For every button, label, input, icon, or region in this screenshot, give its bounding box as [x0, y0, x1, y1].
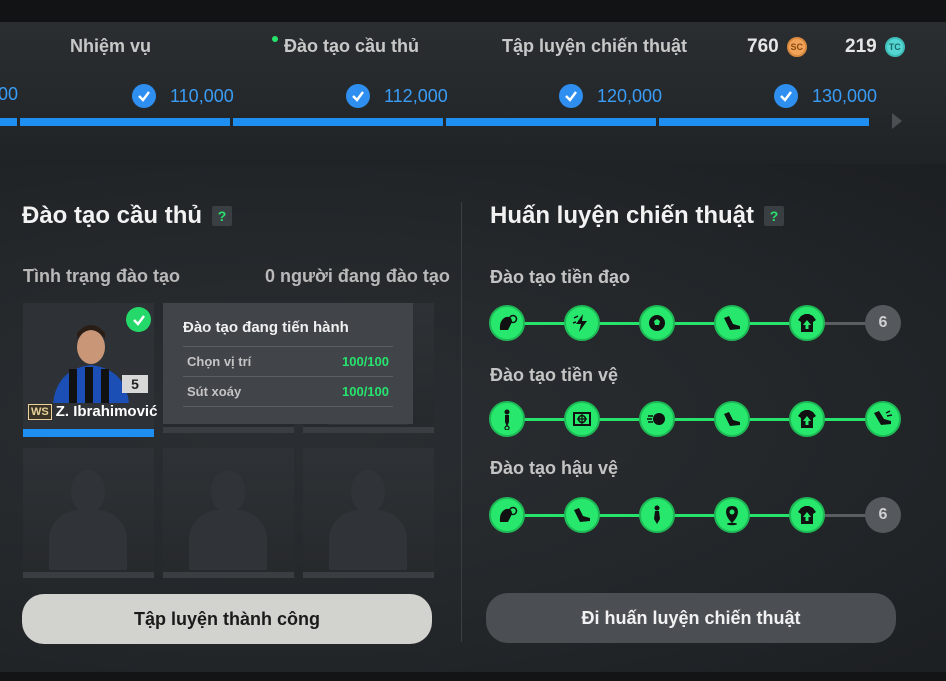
slot-bar	[303, 572, 434, 578]
jersey-up-icon[interactable]	[789, 497, 825, 533]
tab-tactical-training[interactable]: Tập luyện chiến thuật	[502, 36, 687, 57]
track-label-midfield: Đào tạo tiền vệ	[490, 365, 619, 385]
check-icon	[132, 84, 156, 108]
player-training-title: Đào tạo cầu thủ ?	[22, 202, 233, 230]
currency-sc: 760 SC	[747, 36, 807, 58]
popup-row: Chọn vị trí 100/100	[183, 346, 393, 376]
milestone-item[interactable]: 120,000	[559, 84, 662, 108]
check-icon	[559, 84, 583, 108]
training-track-midfield	[489, 401, 901, 437]
milestone-item[interactable]: 110,000	[132, 84, 234, 108]
top-strip	[0, 0, 946, 22]
locked-count[interactable]: 6	[865, 497, 901, 533]
silhouette-body	[49, 510, 127, 570]
training-success-button[interactable]: Tập luyện thành công	[22, 594, 432, 644]
goal-target-icon[interactable]	[564, 401, 600, 437]
scroll-right-arrow-icon[interactable]	[892, 113, 902, 129]
progress-segment	[233, 118, 443, 126]
progress-segment	[20, 118, 230, 126]
locked-count[interactable]: 6	[865, 305, 901, 341]
progress-segment	[446, 118, 656, 126]
milestone-item[interactable]: 112,000	[346, 84, 448, 108]
season-badge: WS	[28, 403, 52, 420]
head-ball-icon[interactable]	[489, 305, 525, 341]
slot-bar	[163, 427, 294, 433]
progress-segment	[659, 118, 869, 126]
jersey-up-icon[interactable]	[789, 305, 825, 341]
player-training-heading: Đào tạo cầu thủ	[22, 202, 203, 229]
popup-row-label: Sút xoáy	[187, 384, 242, 399]
player-silhouette-icon	[211, 470, 245, 512]
help-icon[interactable]: ?	[212, 206, 233, 226]
fast-ball-icon[interactable]	[639, 401, 675, 437]
slot-bar	[303, 427, 434, 433]
currency-sc-value: 760	[747, 36, 779, 57]
player-tie-icon[interactable]	[639, 497, 675, 533]
go-tactical-training-button[interactable]: Đi huấn luyện chiến thuật	[486, 593, 896, 643]
boot-icon[interactable]	[714, 401, 750, 437]
currency-tc: 219 TC	[845, 36, 905, 58]
player-progress-bar	[23, 429, 154, 437]
training-progress-popup: Đào tạo đang tiến hành Chọn vị trí 100/1…	[163, 303, 413, 424]
popup-row-value: 100/100	[342, 384, 389, 399]
training-slot[interactable]	[23, 448, 154, 578]
popup-row-label: Chọn vị trí	[187, 354, 252, 369]
column-divider	[461, 202, 462, 642]
milestone-item[interactable]: 130,000	[774, 84, 877, 108]
milestone-value: 110,000	[170, 85, 234, 106]
location-pin-icon[interactable]	[714, 497, 750, 533]
popup-row: Sút xoáy 100/100	[183, 376, 393, 407]
player-name: Z. Ibrahimović	[55, 403, 158, 420]
player-silhouette-icon	[351, 470, 385, 512]
milestone-item: 00	[0, 84, 18, 105]
training-status-value: 0 người đang đào tạo	[265, 266, 450, 286]
training-track-defense: 6	[489, 497, 901, 533]
training-slot[interactable]	[303, 448, 434, 578]
progress-segment	[0, 118, 17, 126]
track-label-forward: Đào tạo tiền đạo	[490, 267, 631, 287]
ball-icon[interactable]	[639, 305, 675, 341]
lightning-icon[interactable]	[564, 305, 600, 341]
slot-bar	[163, 572, 294, 578]
boot-kick-icon[interactable]	[865, 401, 901, 437]
milestone-value: 112,000	[384, 85, 448, 106]
boot-icon[interactable]	[714, 305, 750, 341]
popup-row-value: 100/100	[342, 354, 389, 369]
tactical-training-heading: Huấn luyện chiến thuật	[490, 202, 755, 229]
tc-coin-icon: TC	[884, 37, 905, 57]
tab-missions[interactable]: Nhiệm vụ	[70, 36, 151, 57]
training-status-label: Tình trạng đào tạo	[23, 266, 180, 286]
milestone-value: 130,000	[812, 85, 878, 106]
milestone-value: 120,000	[597, 85, 663, 106]
silhouette-body	[189, 510, 267, 570]
training-track-forward: 6	[489, 305, 901, 341]
training-slot[interactable]	[163, 448, 294, 578]
track-label-defense: Đào tạo hậu vệ	[490, 458, 619, 478]
player-silhouette-icon	[71, 470, 105, 512]
sc-coin-icon: SC	[786, 37, 807, 57]
player-level: 5	[122, 375, 148, 393]
head-ball-icon[interactable]	[489, 497, 525, 533]
silhouette-body	[329, 510, 407, 570]
popup-title: Đào tạo đang tiến hành	[183, 319, 349, 336]
completed-check-icon	[126, 307, 151, 332]
milestone-value: 00	[0, 84, 19, 104]
help-icon[interactable]: ?	[764, 206, 785, 226]
player-pass-icon[interactable]	[489, 401, 525, 437]
slot-bar	[23, 572, 154, 578]
check-icon	[346, 84, 370, 108]
footer-strip	[0, 672, 946, 681]
boot-icon[interactable]	[564, 497, 600, 533]
player-name-row: WS Z. Ibrahimović	[28, 403, 157, 420]
notification-dot	[272, 36, 278, 42]
tab-player-training[interactable]: Đào tạo cầu thủ	[284, 36, 419, 57]
check-icon	[774, 84, 798, 108]
jersey-up-icon[interactable]	[789, 401, 825, 437]
currency-tc-value: 219	[845, 36, 877, 57]
tactical-training-title: Huấn luyện chiến thuật ?	[490, 202, 785, 230]
